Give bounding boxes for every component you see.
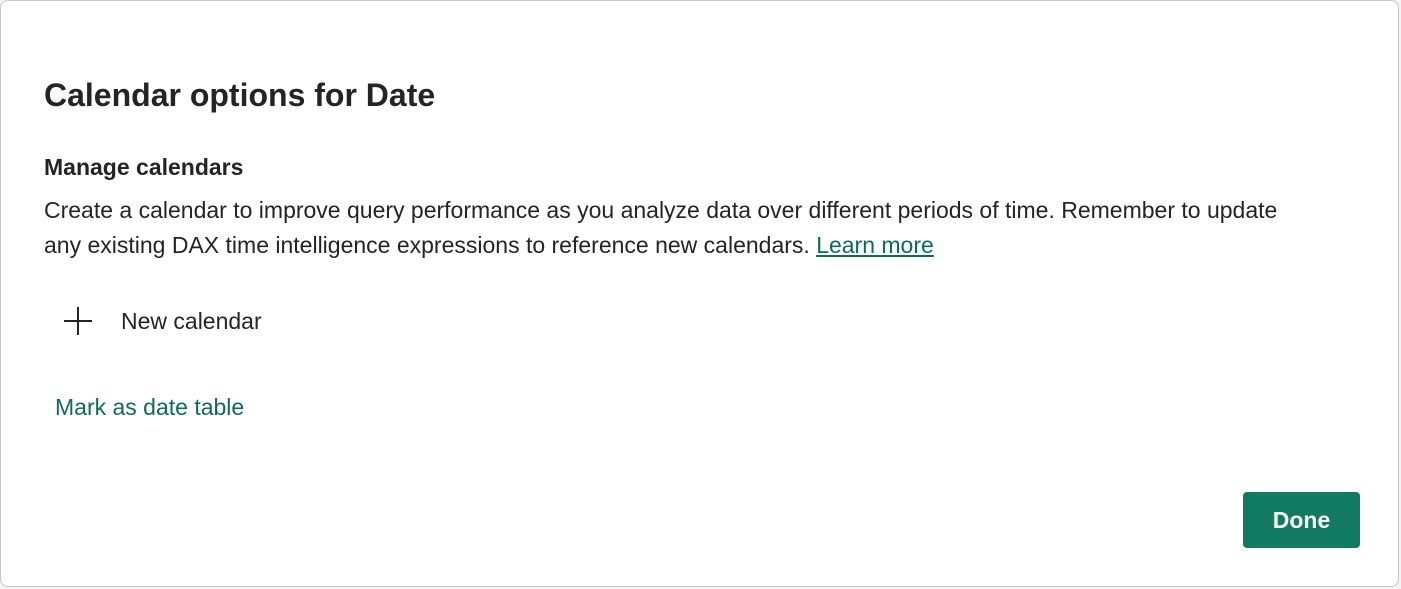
new-calendar-label: New calendar xyxy=(121,307,262,334)
section-heading-manage-calendars: Manage calendars xyxy=(44,154,244,180)
dialog-title: Calendar options for Date xyxy=(44,77,436,113)
calendar-options-dialog: Calendar options for Date Manage calenda… xyxy=(0,0,1399,587)
dialog-description: Create a calendar to improve query perfo… xyxy=(44,193,1364,263)
learn-more-link[interactable]: Learn more xyxy=(816,232,934,258)
new-calendar-button[interactable]: New calendar xyxy=(61,301,262,341)
description-line-2: any existing DAX time intelligence expre… xyxy=(44,228,1364,263)
mark-as-date-table-link[interactable]: Mark as date table xyxy=(55,391,244,423)
done-button[interactable]: Done xyxy=(1243,492,1360,548)
description-line-2-text: any existing DAX time intelligence expre… xyxy=(44,232,817,258)
plus-icon xyxy=(61,304,95,338)
description-line-1: Create a calendar to improve query perfo… xyxy=(44,197,1278,223)
